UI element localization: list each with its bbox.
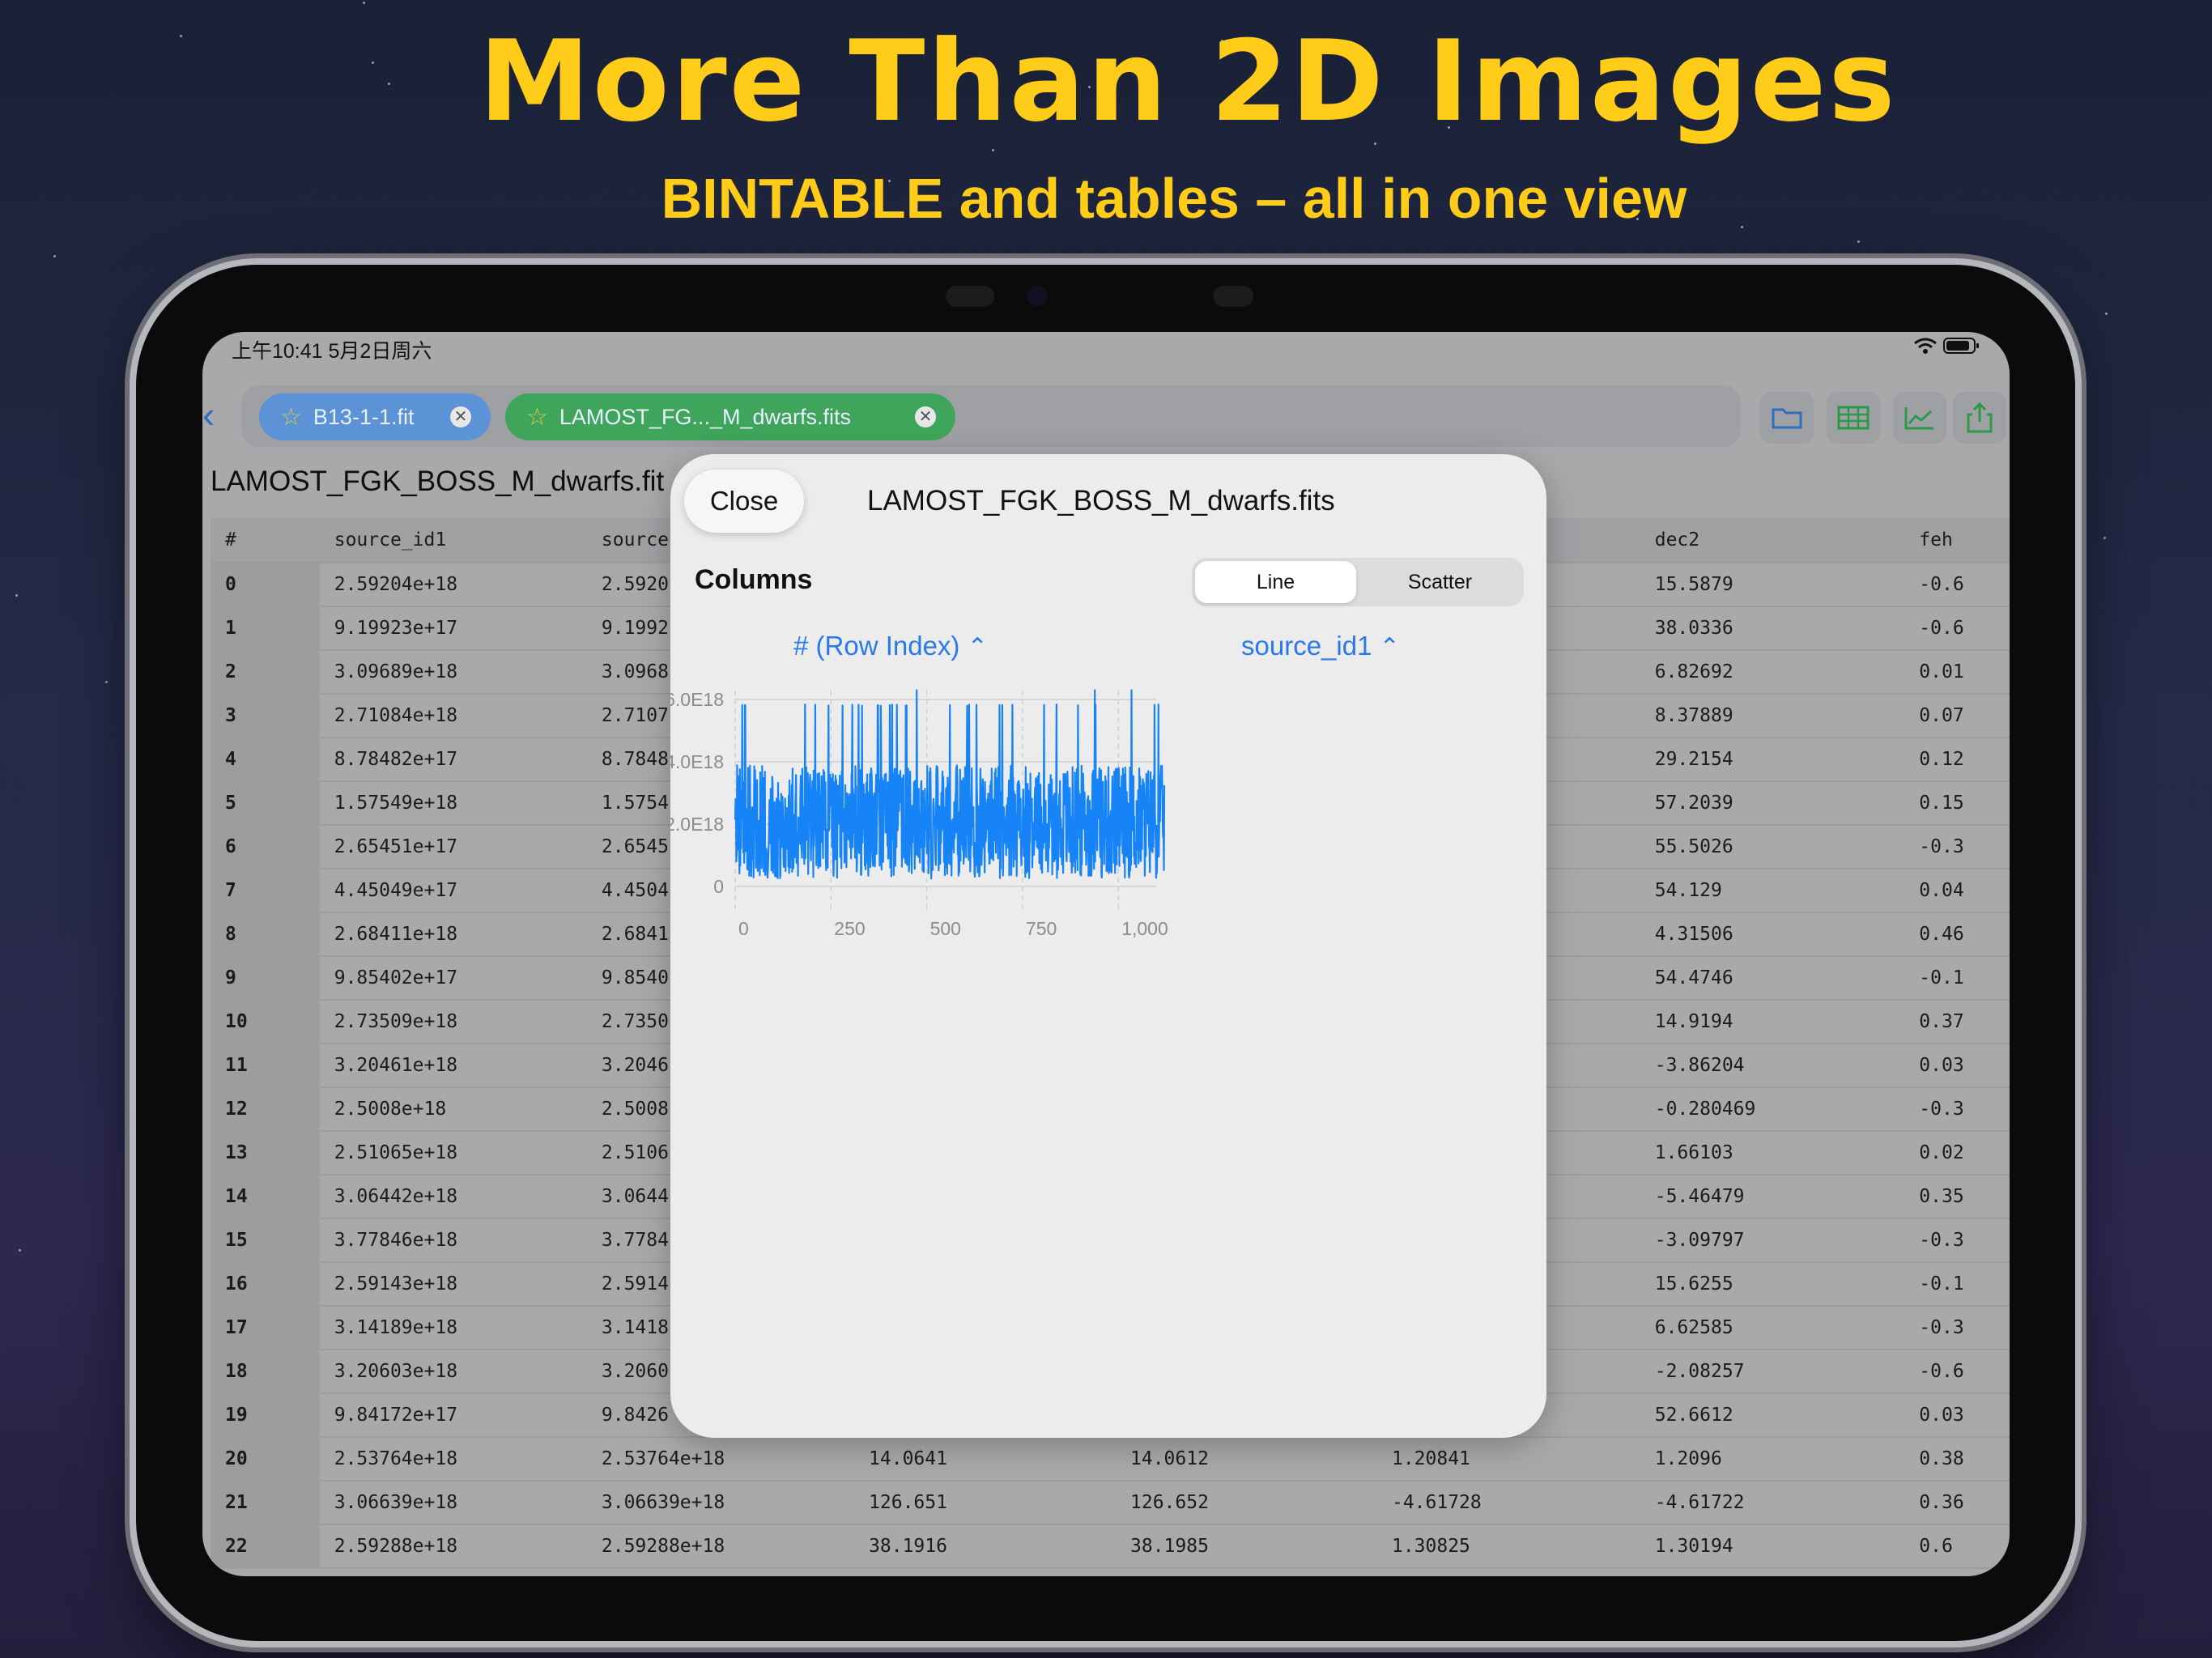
y-column-label: source_id1 [1241,631,1372,661]
star-dot [2104,536,2107,539]
plot-type-segmented-control: Line Scatter [1192,558,1524,606]
star-dot [1857,240,1860,244]
star-dot [362,1,365,4]
star-dot [15,593,19,597]
modal-title: LAMOST_FGK_BOSS_M_dwarfs.fits [867,485,1335,517]
x-tick-label: 1,000 [1121,918,1168,939]
plot-modal: Close LAMOST_FGK_BOSS_M_dwarfs.fits Colu… [670,454,1546,1438]
x-tick-label: 500 [930,918,961,939]
series-line [734,689,1166,880]
star-dot [53,255,57,258]
star-dot [104,681,108,684]
x-column-picker[interactable]: # (Row Index) ⌃ [793,631,988,661]
line-chart: 0 2.0E18 4.0E18 6.0E18 0 250 500 750 1,000 [670,689,1168,939]
x-tick-label: 750 [1026,918,1057,939]
x-tick-label: 0 [738,918,749,939]
y-column-picker[interactable]: source_id1 ⌃ [1241,631,1400,661]
star-dot [992,148,994,151]
app-screen: 上午10:41 5月2日周六 ‹ ☆ B13-1-1.fit ✕ ☆ LAMOS… [202,332,2010,1576]
up-down-chevron-icon: ⌃ [967,634,988,661]
segment-line[interactable]: Line [1195,561,1356,603]
sensor-housing [1213,286,1253,307]
y-tick-label: 2.0E18 [670,814,724,835]
segment-scatter[interactable]: Scatter [1359,561,1521,603]
x-tick-label: 250 [834,918,865,939]
columns-label: Columns [695,564,813,595]
camera-housing [946,286,994,307]
subline: BINTABLE and tables – all in one view [661,167,1687,230]
y-tick-label: 0 [713,876,724,897]
star-dot [2104,312,2108,315]
x-column-label: # (Row Index) [793,631,960,661]
front-camera-icon [1027,286,1048,307]
headline: More Than 2D Images [479,16,1898,147]
y-tick-label: 4.0E18 [670,751,724,772]
star-dot [18,1248,21,1252]
close-button[interactable]: Close [684,470,804,533]
up-down-chevron-icon: ⌃ [1379,634,1400,661]
y-tick-label: 6.0E18 [670,689,724,710]
